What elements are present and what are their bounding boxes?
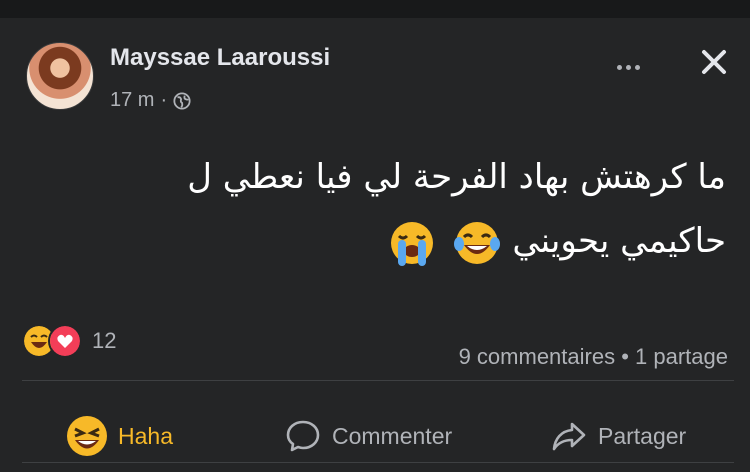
reaction-count: 12 bbox=[92, 328, 117, 353]
laughing-crying-emoji-icon bbox=[453, 221, 500, 264]
meta-separator: · bbox=[160, 89, 168, 111]
stats-separator: • bbox=[615, 344, 636, 369]
post-text: ما كرهتش بهاد الفرحة لي فيا نعطي ل حاكيم… bbox=[46, 145, 726, 273]
post-card: Mayssae Laaroussi 17 m · ما كرهتش بهاد ا… bbox=[0, 18, 750, 470]
more-options-icon[interactable] bbox=[608, 52, 648, 82]
comment-label: Commenter bbox=[332, 422, 453, 449]
divider-bottom bbox=[22, 462, 734, 463]
divider bbox=[22, 380, 734, 381]
close-icon[interactable] bbox=[694, 42, 734, 82]
reaction-summary[interactable]: 12 bbox=[22, 324, 116, 358]
loudly-crying-emoji-icon bbox=[390, 221, 433, 266]
comments-count-link[interactable]: 9 commentaires bbox=[459, 344, 616, 369]
share-label: Partager bbox=[598, 422, 687, 449]
haha-icon bbox=[67, 416, 107, 456]
love-reaction-icon bbox=[48, 324, 82, 358]
comment-icon bbox=[286, 420, 320, 452]
share-icon bbox=[552, 422, 586, 451]
post-text-line-2: حاكيمي يحويني bbox=[46, 209, 726, 273]
post-stats: 9 commentaires • 1 partage bbox=[459, 344, 728, 370]
shares-count-link[interactable]: 1 partage bbox=[635, 344, 728, 369]
status-bar bbox=[0, 0, 750, 18]
haha-label: Haha bbox=[118, 422, 173, 449]
post-text-line-2-words: حاكيمي يحويني bbox=[512, 221, 726, 261]
post-meta: 17 m · bbox=[110, 89, 191, 112]
globe-icon[interactable] bbox=[173, 91, 191, 110]
post-text-line-1: ما كرهتش بهاد الفرحة لي فيا نعطي ل bbox=[187, 157, 726, 197]
author-name[interactable]: Mayssae Laaroussi bbox=[110, 44, 330, 72]
avatar[interactable] bbox=[26, 42, 94, 110]
post-time[interactable]: 17 m bbox=[110, 89, 154, 112]
